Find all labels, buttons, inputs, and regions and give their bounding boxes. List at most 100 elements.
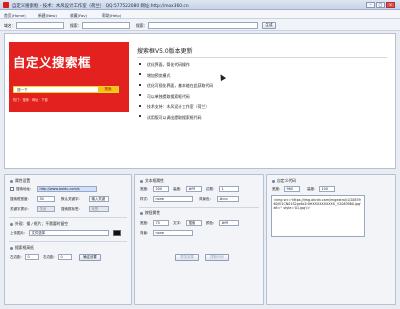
default-keyword-field[interactable]: 输入关键 bbox=[89, 196, 109, 202]
text-height-field[interactable]: #fff bbox=[186, 186, 202, 192]
menu-item-home[interactable]: 首页(Home) bbox=[4, 13, 26, 19]
generate-button[interactable]: 生成 bbox=[262, 21, 276, 29]
bullet-icon bbox=[139, 83, 142, 86]
bullet-icon bbox=[139, 115, 142, 118]
toolbar: 域名： 搜索： 搜索： 生成 bbox=[0, 19, 400, 31]
menu-item-fav[interactable]: 收藏(Fav) bbox=[70, 13, 87, 19]
width-field[interactable]: 30 bbox=[37, 196, 55, 202]
section-icon bbox=[272, 179, 275, 183]
feature-text: 试用版可以调出提取搜索框代码 bbox=[147, 114, 202, 120]
code-width-field[interactable]: 960 bbox=[284, 186, 300, 192]
section-icon bbox=[10, 246, 13, 250]
button-width-field[interactable]: 70 bbox=[153, 220, 169, 226]
size-title: 搜索框高低 bbox=[10, 245, 34, 251]
feature-item: 技术支持：木风设计工作室（荷兰） bbox=[139, 104, 359, 115]
engine-label: 搜索： bbox=[136, 23, 148, 28]
menu-bar: 首页(Home) 新建(New) 收藏(Fav) 帮助(Help) bbox=[0, 10, 400, 19]
banner-search-button[interactable]: 搜索 bbox=[98, 87, 118, 92]
section-icon bbox=[10, 222, 13, 226]
code-height-field[interactable]: 100 bbox=[319, 186, 335, 192]
feature-text: 优化可视化界面，基本能在此获取代码 bbox=[147, 83, 214, 88]
banner-title: 自定义搜索框 bbox=[13, 55, 92, 70]
hot-keyword-field[interactable]: 关闭 bbox=[37, 206, 55, 212]
url-field[interactable]: http://www.baidu.com/s bbox=[37, 186, 97, 192]
get-code-button[interactable]: 提取代码 bbox=[205, 253, 229, 261]
menu-item-new[interactable]: 新建(New) bbox=[38, 13, 57, 19]
divider bbox=[137, 57, 387, 58]
banner-hotwords: 热门：搜索 · 网址 · 下载 bbox=[13, 98, 48, 102]
title-bar: 自定义搜索框 - 技术：木风设计工作室（荷兰） QQ:577522080 网址:… bbox=[0, 0, 400, 10]
update-title: 搜索框V5.0版本更新 bbox=[137, 48, 193, 55]
minimize-button[interactable]: – bbox=[366, 2, 375, 8]
settings-title: 属性设置 bbox=[10, 178, 30, 184]
engine-input[interactable] bbox=[148, 21, 258, 29]
text-width-field[interactable]: 200 bbox=[153, 186, 169, 192]
feature-item: 增加预览模式 bbox=[139, 73, 359, 84]
close-button[interactable]: × bbox=[386, 2, 395, 8]
right-margin-field[interactable]: 0 bbox=[58, 254, 72, 260]
tag-label: 搜索框标签: bbox=[61, 207, 80, 212]
feature-list: 优化界面，简化代码操作 增加预览模式 优化可视化界面，基本能在此获取代码 可以单… bbox=[139, 62, 359, 125]
search-label: 搜索： bbox=[70, 23, 82, 28]
code-textarea[interactable]: <img src='https://img.alicdn.com/imgextr… bbox=[271, 195, 365, 237]
bullet-icon bbox=[139, 104, 142, 107]
button-text-label: 文字: bbox=[173, 221, 182, 226]
preview-button[interactable]: 预览效果 bbox=[175, 253, 199, 261]
banner-search-box[interactable]: 搜一下 搜索 bbox=[13, 86, 119, 93]
text-style-field[interactable]: none bbox=[153, 196, 193, 202]
left-margin-field[interactable]: 0 bbox=[25, 254, 39, 260]
text-props-panel: 文本框属性 宽度: 200 高度: #fff 边框: 1 样式: none 背景… bbox=[134, 174, 264, 305]
feature-text: 技术支持：木风设计工作室（荷兰） bbox=[147, 104, 210, 109]
maximize-button[interactable]: □ bbox=[376, 2, 385, 8]
code-height-label: 高度: bbox=[307, 187, 316, 192]
button-color-field[interactable]: #fff bbox=[219, 220, 239, 226]
feature-text: 优化界面，简化代码操作 bbox=[147, 62, 190, 67]
button-props-title: 按钮属性 bbox=[140, 210, 160, 216]
left-margin-label: 左边距: bbox=[10, 255, 22, 260]
text-props-title: 文本框属性 bbox=[140, 178, 164, 184]
section-icon bbox=[140, 211, 143, 215]
image-field[interactable]: 文件选择 bbox=[29, 230, 109, 236]
code-panel: 自定义代码 宽度: 960 高度: 100 <img src='https://… bbox=[266, 174, 396, 305]
code-width-label: 宽度: bbox=[272, 187, 281, 192]
feature-item: 优化界面，简化代码操作 bbox=[139, 62, 359, 73]
banner-search-text: 搜一下 bbox=[17, 88, 28, 93]
button-bg-field[interactable]: none bbox=[153, 230, 193, 236]
text-bgcolor-field[interactable]: #ccc bbox=[217, 196, 239, 202]
button-text-field[interactable]: 搜索 bbox=[186, 220, 202, 226]
site-label: 域名： bbox=[4, 23, 16, 28]
feature-item: 可以单独提取搜索框代码 bbox=[139, 94, 359, 105]
feature-item: 优化可视化界面，基本能在此获取代码 bbox=[139, 83, 359, 94]
window-title: 自定义搜索框 - 技术：木风设计工作室（荷兰） QQ:577522080 网址:… bbox=[12, 3, 189, 9]
settings-panel: 属性设置 搜索地址: http://www.baidu.com/s 搜索框宽度:… bbox=[4, 174, 132, 305]
feature-text: 可以单独提取搜索框代码 bbox=[147, 93, 190, 99]
url-checkbox[interactable] bbox=[10, 187, 14, 191]
bullet-icon bbox=[139, 62, 142, 65]
bullet-icon bbox=[139, 94, 142, 97]
apply-button[interactable]: 确定设置 bbox=[79, 253, 101, 261]
bullet-icon bbox=[139, 73, 142, 76]
width-label: 搜索框宽度: bbox=[10, 197, 29, 202]
search-input[interactable] bbox=[82, 21, 130, 29]
preview-area: 自定义搜索框 搜一下 搜索 热门：搜索 · 网址 · 下载 搜索框V5.0版本更… bbox=[4, 33, 396, 169]
url-label: 搜索地址: bbox=[16, 187, 32, 192]
text-border-label: 边框: bbox=[206, 187, 215, 192]
text-width-label: 宽度: bbox=[140, 187, 149, 192]
default-keyword-label: 默认关键字: bbox=[61, 197, 80, 202]
text-height-label: 高度: bbox=[173, 187, 182, 192]
site-input[interactable] bbox=[16, 21, 64, 29]
search-banner: 自定义搜索框 搜一下 搜索 热门：搜索 · 网址 · 下载 bbox=[9, 42, 129, 112]
menu-item-help[interactable]: 帮助(Help) bbox=[102, 13, 121, 19]
app-icon bbox=[3, 2, 9, 8]
divider bbox=[9, 241, 127, 242]
section-icon bbox=[140, 179, 143, 183]
color-swatch[interactable] bbox=[113, 230, 121, 236]
hot-keyword-label: 关键字提示: bbox=[10, 207, 29, 212]
feature-text: 增加预览模式 bbox=[147, 72, 171, 78]
text-border-field[interactable]: 1 bbox=[219, 186, 239, 192]
code-title: 自定义代码 bbox=[272, 178, 296, 184]
right-margin-label: 右边距: bbox=[43, 255, 55, 260]
text-style-label: 样式: bbox=[140, 197, 149, 202]
tag-field[interactable]: 标签 bbox=[89, 206, 109, 212]
divider bbox=[139, 207, 259, 208]
